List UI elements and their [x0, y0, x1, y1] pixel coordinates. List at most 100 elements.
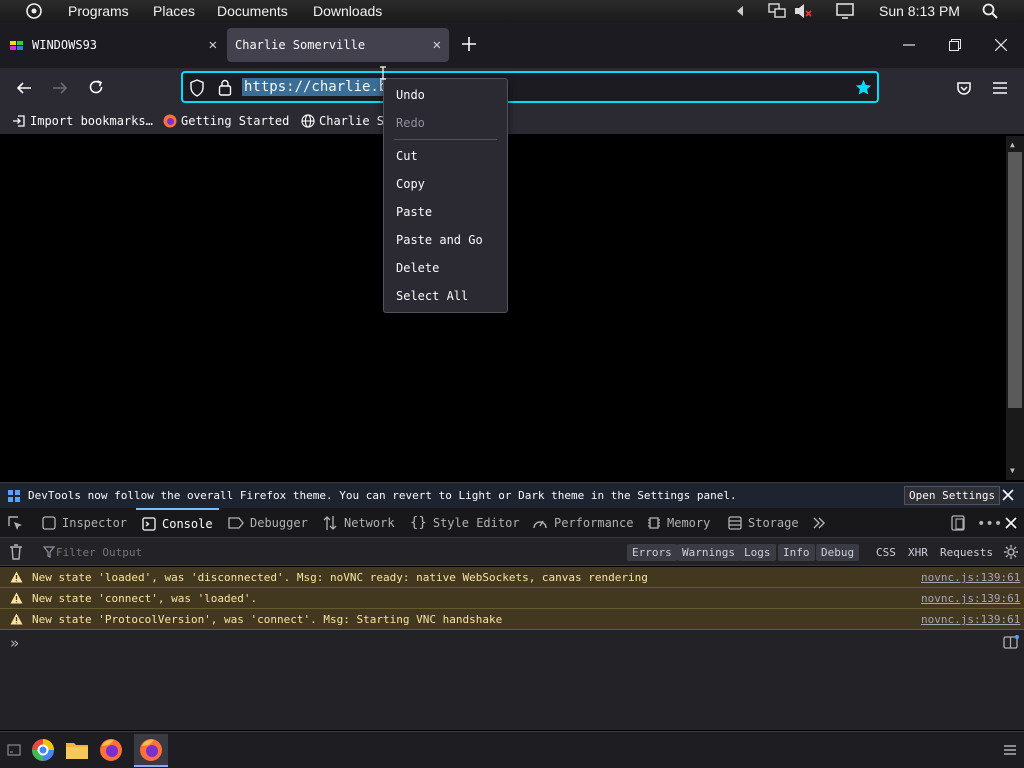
- menu-item-copy[interactable]: Copy: [396, 177, 425, 191]
- tab-charlie-somerville[interactable]: Charlie Somerville ✕: [227, 28, 449, 62]
- scrollbar-thumb[interactable]: [1008, 152, 1022, 408]
- filter-requests-button[interactable]: Requests: [940, 546, 993, 559]
- log-source-link[interactable]: novnc.js:139:61: [921, 592, 1020, 605]
- new-tab-icon[interactable]: [461, 36, 477, 52]
- tab-label: Memory: [667, 516, 711, 530]
- show-desktop-icon[interactable]: [7, 744, 21, 756]
- forward-arrow-icon[interactable]: [52, 80, 68, 96]
- tab-performance[interactable]: Performance: [532, 508, 633, 538]
- console-log-row[interactable]: New state 'ProtocolVersion', was 'connec…: [0, 609, 1024, 630]
- filter-output-input[interactable]: [56, 543, 356, 561]
- network-icon[interactable]: [768, 3, 786, 19]
- editor-mode-toggle-icon[interactable]: [1003, 635, 1019, 649]
- console-prompt: »: [10, 634, 20, 652]
- clock[interactable]: Sun 8:13 PM: [879, 3, 960, 19]
- more-options-icon[interactable]: •••: [977, 516, 1002, 532]
- chromium-launcher-icon[interactable]: [31, 738, 55, 762]
- tab-label: Console: [162, 517, 213, 531]
- bookmarks-toolbar: Import bookmarks… Getting Started Charli…: [0, 108, 1024, 134]
- tab-strip: WINDOWS93 ✕ Charlie Somerville ✕: [0, 22, 1024, 68]
- tracking-shield-icon[interactable]: [189, 79, 205, 97]
- firefox-launcher-icon[interactable]: [99, 738, 123, 762]
- filter-errors-button[interactable]: Errors: [627, 544, 677, 561]
- element-picker-icon[interactable]: [8, 516, 24, 532]
- menu-item-undo[interactable]: Undo: [396, 88, 425, 102]
- menu-item-paste-and-go[interactable]: Paste and Go: [396, 233, 483, 247]
- tab-console[interactable]: Console: [136, 508, 219, 538]
- menu-item-redo: Redo: [396, 116, 425, 130]
- filter-info-button[interactable]: Info: [778, 544, 815, 561]
- bookmark-star-icon[interactable]: [855, 79, 872, 96]
- open-settings-button[interactable]: Open Settings: [904, 486, 1001, 505]
- scroll-up-icon[interactable]: ▲: [1010, 140, 1015, 149]
- menu-places[interactable]: Places: [153, 3, 195, 19]
- menu-downloads[interactable]: Downloads: [313, 3, 382, 19]
- minimize-icon[interactable]: [903, 44, 915, 46]
- gauge-icon: [532, 516, 548, 530]
- trash-icon[interactable]: [9, 544, 23, 560]
- scroll-down-icon[interactable]: ▼: [1010, 466, 1015, 475]
- filter-warnings-button[interactable]: Warnings: [677, 544, 740, 561]
- volume-muted-icon[interactable]: [794, 3, 812, 19]
- search-icon[interactable]: [982, 3, 998, 19]
- close-tab-icon[interactable]: ✕: [433, 37, 441, 53]
- close-notification-icon[interactable]: [1002, 489, 1014, 501]
- back-arrow-icon[interactable]: [16, 80, 32, 96]
- tab-label: Style Editor: [432, 516, 520, 530]
- log-source-link[interactable]: novnc.js:139:61: [921, 613, 1020, 626]
- console-input-area[interactable]: »: [0, 630, 1024, 730]
- filter-debug-button[interactable]: Debug: [816, 544, 860, 561]
- tab-network[interactable]: Network: [322, 508, 395, 538]
- page-content[interactable]: [0, 134, 1024, 480]
- more-tabs-chevron-icon[interactable]: [812, 516, 826, 530]
- filter-css-button[interactable]: CSS: [876, 546, 896, 559]
- bookmark-charlie[interactable]: Charlie S: [301, 114, 384, 128]
- tab-storage[interactable]: Storage: [728, 508, 799, 538]
- console-log-row[interactable]: New state 'connect', was 'loaded'. novnc…: [0, 588, 1024, 609]
- console-log-row[interactable]: New state 'loaded', was 'disconnected'. …: [0, 567, 1024, 588]
- menu-item-cut[interactable]: Cut: [396, 149, 418, 163]
- console-filter-bar: Errors Warnings Logs Info Debug CSS XHR …: [0, 538, 1024, 566]
- system-menu-icon[interactable]: [25, 2, 43, 20]
- console-settings-gear-icon[interactable]: [1003, 544, 1019, 560]
- log-message: New state 'ProtocolVersion', was 'connec…: [32, 613, 503, 626]
- tab-windows93[interactable]: WINDOWS93 ✕: [0, 28, 225, 62]
- close-devtools-icon[interactable]: [1005, 517, 1017, 529]
- warning-icon: [10, 613, 23, 625]
- pocket-icon[interactable]: [956, 80, 972, 96]
- display-icon[interactable]: [836, 3, 854, 19]
- warning-icon: [10, 571, 23, 583]
- tab-inspector[interactable]: Inspector: [42, 508, 127, 538]
- close-tab-icon[interactable]: ✕: [209, 37, 217, 53]
- taskbar-menu-icon[interactable]: [1003, 744, 1017, 756]
- taskbar: [0, 731, 1024, 768]
- responsive-design-icon[interactable]: [951, 515, 965, 531]
- hamburger-menu-icon[interactable]: [992, 81, 1008, 95]
- bookmark-label: Getting Started: [181, 114, 290, 128]
- bookmark-getting-started[interactable]: Getting Started: [163, 114, 289, 128]
- menu-documents[interactable]: Documents: [217, 3, 288, 19]
- tab-style-editor[interactable]: {} Style Editor: [410, 508, 520, 538]
- firefox-window-icon: [139, 738, 163, 762]
- menu-item-paste[interactable]: Paste: [396, 205, 432, 219]
- bookmark-label: Import bookmarks…: [30, 114, 153, 128]
- tray-arrow-icon[interactable]: [736, 5, 744, 17]
- debugger-icon: [228, 516, 244, 530]
- filter-xhr-button[interactable]: XHR: [908, 546, 928, 559]
- log-source-link[interactable]: novnc.js:139:61: [921, 571, 1020, 584]
- reload-icon[interactable]: [88, 79, 104, 95]
- file-manager-icon[interactable]: [65, 740, 89, 760]
- tab-debugger[interactable]: Debugger: [228, 508, 308, 538]
- tab-memory[interactable]: Memory: [647, 508, 710, 538]
- url-text-selected[interactable]: https://charlie.bz: [242, 78, 398, 96]
- firefox-active-window-button[interactable]: [134, 734, 168, 767]
- filter-logs-button[interactable]: Logs: [739, 544, 776, 561]
- menu-item-delete[interactable]: Delete: [396, 261, 439, 275]
- network-arrows-icon: [322, 515, 338, 531]
- close-window-icon[interactable]: [995, 39, 1007, 51]
- menu-item-select-all[interactable]: Select All: [396, 289, 468, 303]
- menu-programs[interactable]: Programs: [68, 3, 129, 19]
- restore-icon[interactable]: [949, 39, 961, 51]
- lock-icon[interactable]: [218, 79, 232, 96]
- bookmark-import[interactable]: Import bookmarks…: [12, 114, 153, 128]
